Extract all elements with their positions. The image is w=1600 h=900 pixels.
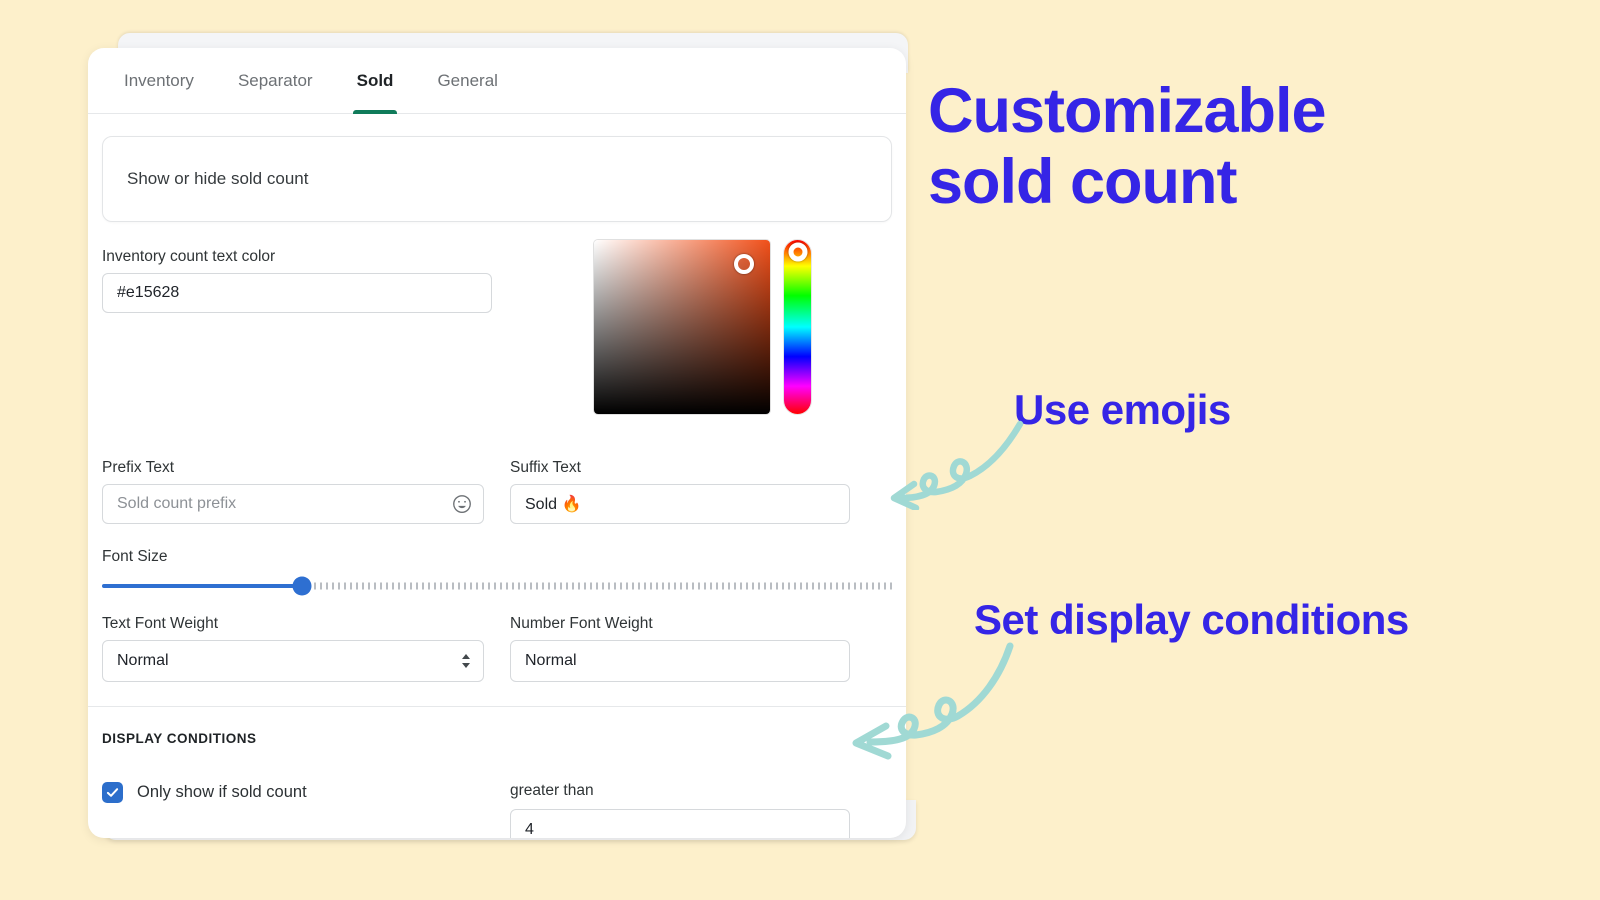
suffix-text-label: Suffix Text [510, 459, 581, 476]
threshold-input[interactable]: 4 [510, 809, 850, 838]
display-conditions-title: DISPLAY CONDITIONS [102, 731, 257, 746]
tab-separator-label: Separator [237, 70, 313, 90]
font-size-slider-track [302, 582, 892, 590]
only-show-if-sold-count-label: Only show if sold count [137, 783, 307, 801]
chevron-updown-icon [461, 653, 471, 669]
number-font-weight-select[interactable]: Normal [510, 640, 850, 682]
prefix-text-label: Prefix Text [102, 459, 175, 476]
show-hide-sold-count-card[interactable]: Show or hide sold count [102, 136, 892, 222]
hue-slider[interactable] [784, 240, 811, 414]
only-show-if-sold-count-checkbox[interactable] [102, 782, 123, 803]
page-headline: Customizable sold count [928, 76, 1568, 217]
suffix-text-input[interactable]: Sold 🔥 [510, 484, 850, 524]
display-conditions-section: DISPLAY CONDITIONS Only show if sold cou… [88, 707, 906, 838]
curly-arrow-to-suffix-icon [890, 420, 1024, 510]
saturation-value-handle[interactable] [734, 254, 754, 274]
settings-panel: Inventory Separator Sold General Show or… [88, 48, 906, 838]
text-font-weight-value: Normal [117, 652, 169, 669]
tab-general[interactable]: General [415, 48, 519, 114]
tab-separator[interactable]: Separator [216, 48, 335, 114]
prefix-text-input[interactable]: Sold count prefix [102, 484, 484, 524]
tab-sold-label: Sold [356, 70, 394, 90]
hue-slider-handle[interactable] [788, 242, 807, 262]
tab-inventory-label: Inventory [124, 70, 194, 90]
font-size-label: Font Size [102, 548, 168, 565]
number-font-weight-label: Number Font Weight [510, 615, 653, 632]
curly-arrow-to-conditions-icon [852, 642, 1014, 760]
tab-inventory[interactable]: Inventory [102, 48, 216, 114]
tab-bar: Inventory Separator Sold General [88, 48, 906, 114]
tab-sold[interactable]: Sold [335, 48, 416, 114]
operator-label: greater than [510, 782, 594, 799]
font-size-slider-fill [102, 584, 302, 588]
suffix-text-value: Sold 🔥 [525, 496, 582, 513]
show-hide-sold-count-label: Show or hide sold count [127, 169, 309, 188]
threshold-value: 4 [525, 821, 534, 838]
text-font-weight-label: Text Font Weight [102, 615, 219, 632]
number-font-weight-value: Normal [525, 652, 577, 669]
font-size-slider-thumb[interactable] [292, 576, 312, 596]
color-picker[interactable] [594, 240, 811, 414]
tab-general-label: General [437, 70, 498, 90]
inventory-color-input[interactable]: #e15628 [102, 273, 492, 313]
text-font-weight-select[interactable]: Normal [102, 640, 484, 682]
prefix-text-placeholder: Sold count prefix [117, 495, 237, 512]
smiley-icon[interactable] [451, 493, 473, 515]
promo-set-display-conditions: Set display conditions [974, 596, 1409, 643]
font-size-slider[interactable] [102, 573, 892, 599]
saturation-value-square[interactable] [594, 240, 770, 414]
promo-use-emojis: Use emojis [1014, 386, 1231, 433]
headline-line-1: Customizable [928, 76, 1327, 146]
only-show-if-sold-count-row[interactable]: Only show if sold count [102, 782, 484, 803]
headline-line-2: sold count [928, 146, 1237, 217]
inventory-color-label: Inventory count text color [102, 248, 276, 265]
inventory-color-value: #e15628 [117, 284, 180, 301]
